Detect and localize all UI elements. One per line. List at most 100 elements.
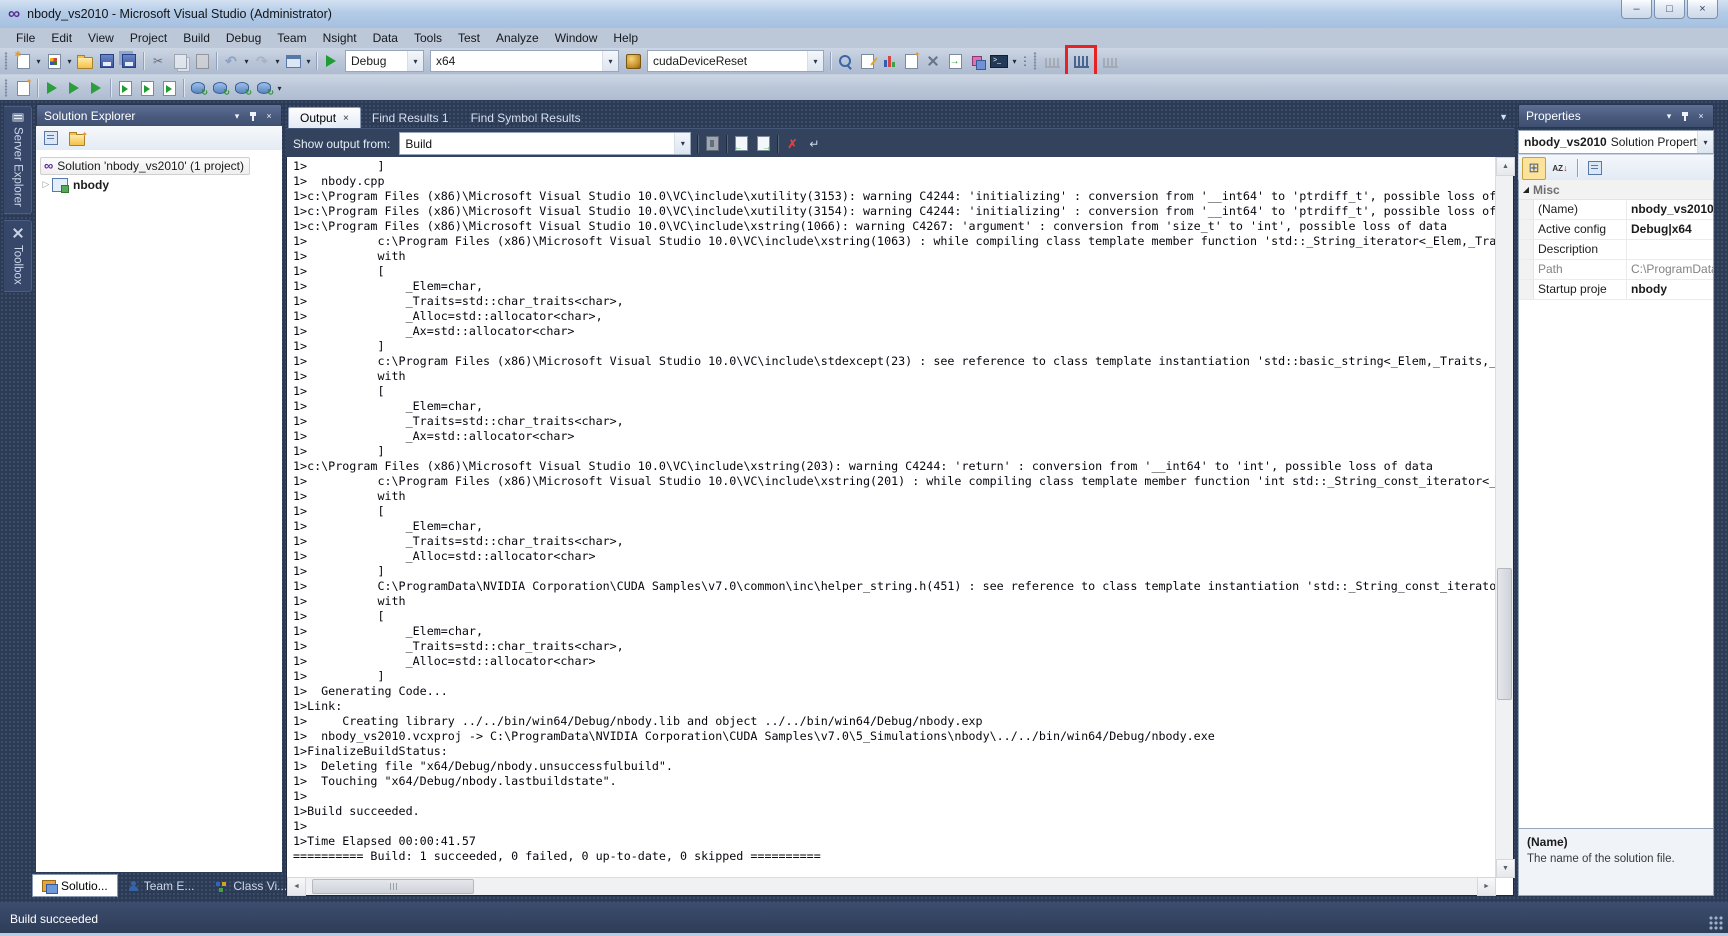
menu-item[interactable]: Data <box>365 29 406 47</box>
property-row[interactable]: Description <box>1519 240 1713 260</box>
solution-explorer-header[interactable]: Solution Explorer ▾ × <box>36 104 282 128</box>
scroll-left-icon[interactable]: ◄ <box>287 877 306 896</box>
toolbar-options-icon[interactable]: ⋮ <box>1019 54 1031 68</box>
pin-icon[interactable] <box>245 109 261 124</box>
close-icon[interactable]: × <box>1693 109 1709 124</box>
title-bar[interactable]: ∞ nbody_vs2010 - Microsoft Visual Studio… <box>0 0 1728 29</box>
combo-dropdown-icon[interactable]: ▾ <box>1697 131 1713 153</box>
tab-output[interactable]: Output × <box>288 107 361 128</box>
combo-dropdown-icon[interactable]: ▾ <box>807 51 823 71</box>
window-position-icon[interactable]: ▾ <box>229 109 245 124</box>
menu-item[interactable]: Analyze <box>488 29 547 47</box>
start-debugging-button[interactable] <box>320 50 342 72</box>
menu-item[interactable]: Debug <box>218 29 269 47</box>
toolbar-grip[interactable] <box>1033 52 1037 70</box>
property-row[interactable]: (Name) nbody_vs2010 <box>1519 200 1713 220</box>
vertical-scroll-thumb[interactable] <box>1497 568 1512 700</box>
nsight-profile-button-3[interactable] <box>1099 50 1121 72</box>
menu-item[interactable]: Test <box>450 29 488 47</box>
combo-dropdown-icon[interactable]: ▾ <box>407 51 423 71</box>
combo-dropdown-icon[interactable]: ▾ <box>602 51 618 71</box>
add-item-button[interactable] <box>43 50 65 72</box>
navigate-function-combo[interactable]: cudaDeviceReset ▾ <box>647 50 824 72</box>
tab-overflow-dropdown-icon[interactable]: ▼ <box>1499 112 1508 122</box>
layers-button[interactable] <box>966 50 988 72</box>
tab-find-symbol-results[interactable]: Find Symbol Results <box>460 108 592 128</box>
property-row[interactable]: Active config Debug|x64 <box>1519 220 1713 240</box>
property-row[interactable]: Path C:\ProgramData\N <box>1519 260 1713 280</box>
data-sync-button-3[interactable] <box>231 77 253 99</box>
tools-button[interactable] <box>922 50 944 72</box>
menu-item[interactable]: Team <box>269 29 314 47</box>
cuda-run-button-2[interactable] <box>63 77 85 99</box>
vertical-scrollbar[interactable]: ▲ ▼ <box>1495 157 1513 878</box>
go-to-definition-button[interactable] <box>944 50 966 72</box>
redo-button[interactable]: ↷ <box>251 50 273 72</box>
horizontal-scrollbar[interactable]: ◄ ► <box>287 877 1496 895</box>
tab-find-results-1[interactable]: Find Results 1 <box>361 108 460 128</box>
scroll-down-icon[interactable]: ▼ <box>1496 859 1515 878</box>
menu-item[interactable]: Build <box>175 29 218 47</box>
selected-object-combo[interactable]: nbody_vs2010 Solution Propertie ▾ <box>1518 130 1714 154</box>
menu-item[interactable]: View <box>80 29 122 47</box>
menu-item[interactable]: Tools <box>406 29 450 47</box>
show-all-files-button[interactable] <box>66 127 88 149</box>
tab-solution-explorer[interactable]: Solutio... <box>32 874 118 897</box>
menu-item[interactable]: Window <box>547 29 606 47</box>
word-wrap-button[interactable]: ↵ <box>803 133 825 155</box>
clear-all-button[interactable]: ✗ <box>781 133 803 155</box>
command-window-button[interactable]: >_ <box>988 50 1010 72</box>
undo-dropdown-icon[interactable]: ▾ <box>242 57 251 66</box>
edit-note-button[interactable] <box>856 50 878 72</box>
new-project-button[interactable] <box>12 50 34 72</box>
cut-button[interactable]: ✂ <box>147 50 169 72</box>
scroll-right-icon[interactable]: ► <box>1477 877 1496 896</box>
menu-item[interactable]: Project <box>122 29 175 47</box>
category-expander-icon[interactable]: ◢ <box>1519 185 1533 194</box>
properties-button[interactable] <box>40 127 62 149</box>
cuda-launch-doc-button-2[interactable] <box>136 77 158 99</box>
expander-icon[interactable]: ▷ <box>40 179 52 190</box>
open-file-button[interactable] <box>74 50 96 72</box>
combo-dropdown-icon[interactable]: ▾ <box>674 133 690 154</box>
recent-window-dropdown-icon[interactable]: ▾ <box>304 57 313 66</box>
maximize-button[interactable]: □ <box>1654 0 1685 19</box>
pin-output-button[interactable] <box>701 133 723 155</box>
close-icon[interactable]: × <box>261 109 277 124</box>
horizontal-scroll-thumb[interactable] <box>312 879 474 894</box>
property-row[interactable]: Startup proje nbody <box>1519 280 1713 300</box>
cuda-launch-doc-button-1[interactable] <box>114 77 136 99</box>
tab-team-explorer[interactable]: Team E... <box>120 874 204 897</box>
cuda-run-button-3[interactable] <box>85 77 107 99</box>
paste-button[interactable] <box>191 50 213 72</box>
nsight-launch-button[interactable] <box>622 50 644 72</box>
redo-dropdown-icon[interactable]: ▾ <box>273 57 282 66</box>
menu-item[interactable]: Nsight <box>315 29 365 47</box>
cuda-launch-doc-button-3[interactable] <box>158 77 180 99</box>
side-tab-toolbox[interactable]: Toolbox <box>4 220 32 292</box>
cuda-run-button-1[interactable] <box>41 77 63 99</box>
save-button[interactable] <box>96 50 118 72</box>
new-project-dropdown-icon[interactable]: ▾ <box>34 57 43 66</box>
nsight-profile-button-1[interactable] <box>1041 50 1063 72</box>
alphabetical-button[interactable]: AZ↓ <box>1549 158 1571 179</box>
menu-item[interactable]: Help <box>605 29 646 47</box>
output-source-combo[interactable]: Build ▾ <box>399 132 691 155</box>
solution-configuration-combo[interactable]: Debug ▾ <box>345 50 424 72</box>
menu-item[interactable]: Edit <box>43 29 80 47</box>
menu-item[interactable]: File <box>8 29 43 47</box>
toolbar-grip[interactable] <box>4 79 8 97</box>
cuda-new-analysis-button[interactable] <box>12 77 34 99</box>
new-wizard-button[interactable] <box>900 50 922 72</box>
scroll-up-icon[interactable]: ▲ <box>1496 157 1515 176</box>
pin-icon[interactable] <box>1677 109 1693 124</box>
data-sync-button-2[interactable] <box>209 77 231 99</box>
close-tab-icon[interactable]: × <box>343 113 349 124</box>
tree-node-solution[interactable]: ∞ Solution 'nbody_vs2010' (1 project) <box>40 157 250 175</box>
find-in-files-button[interactable] <box>834 50 856 72</box>
properties-header[interactable]: Properties ▾ × <box>1518 104 1714 128</box>
undo-button[interactable]: ↶ <box>220 50 242 72</box>
output-content[interactable]: 1> ]1> nbody.cpp1>c:\Program Files (x86)… <box>286 157 1514 896</box>
category-row-misc[interactable]: ◢ Misc <box>1519 180 1713 200</box>
side-tab-server-explorer[interactable]: Server Explorer <box>4 106 32 214</box>
